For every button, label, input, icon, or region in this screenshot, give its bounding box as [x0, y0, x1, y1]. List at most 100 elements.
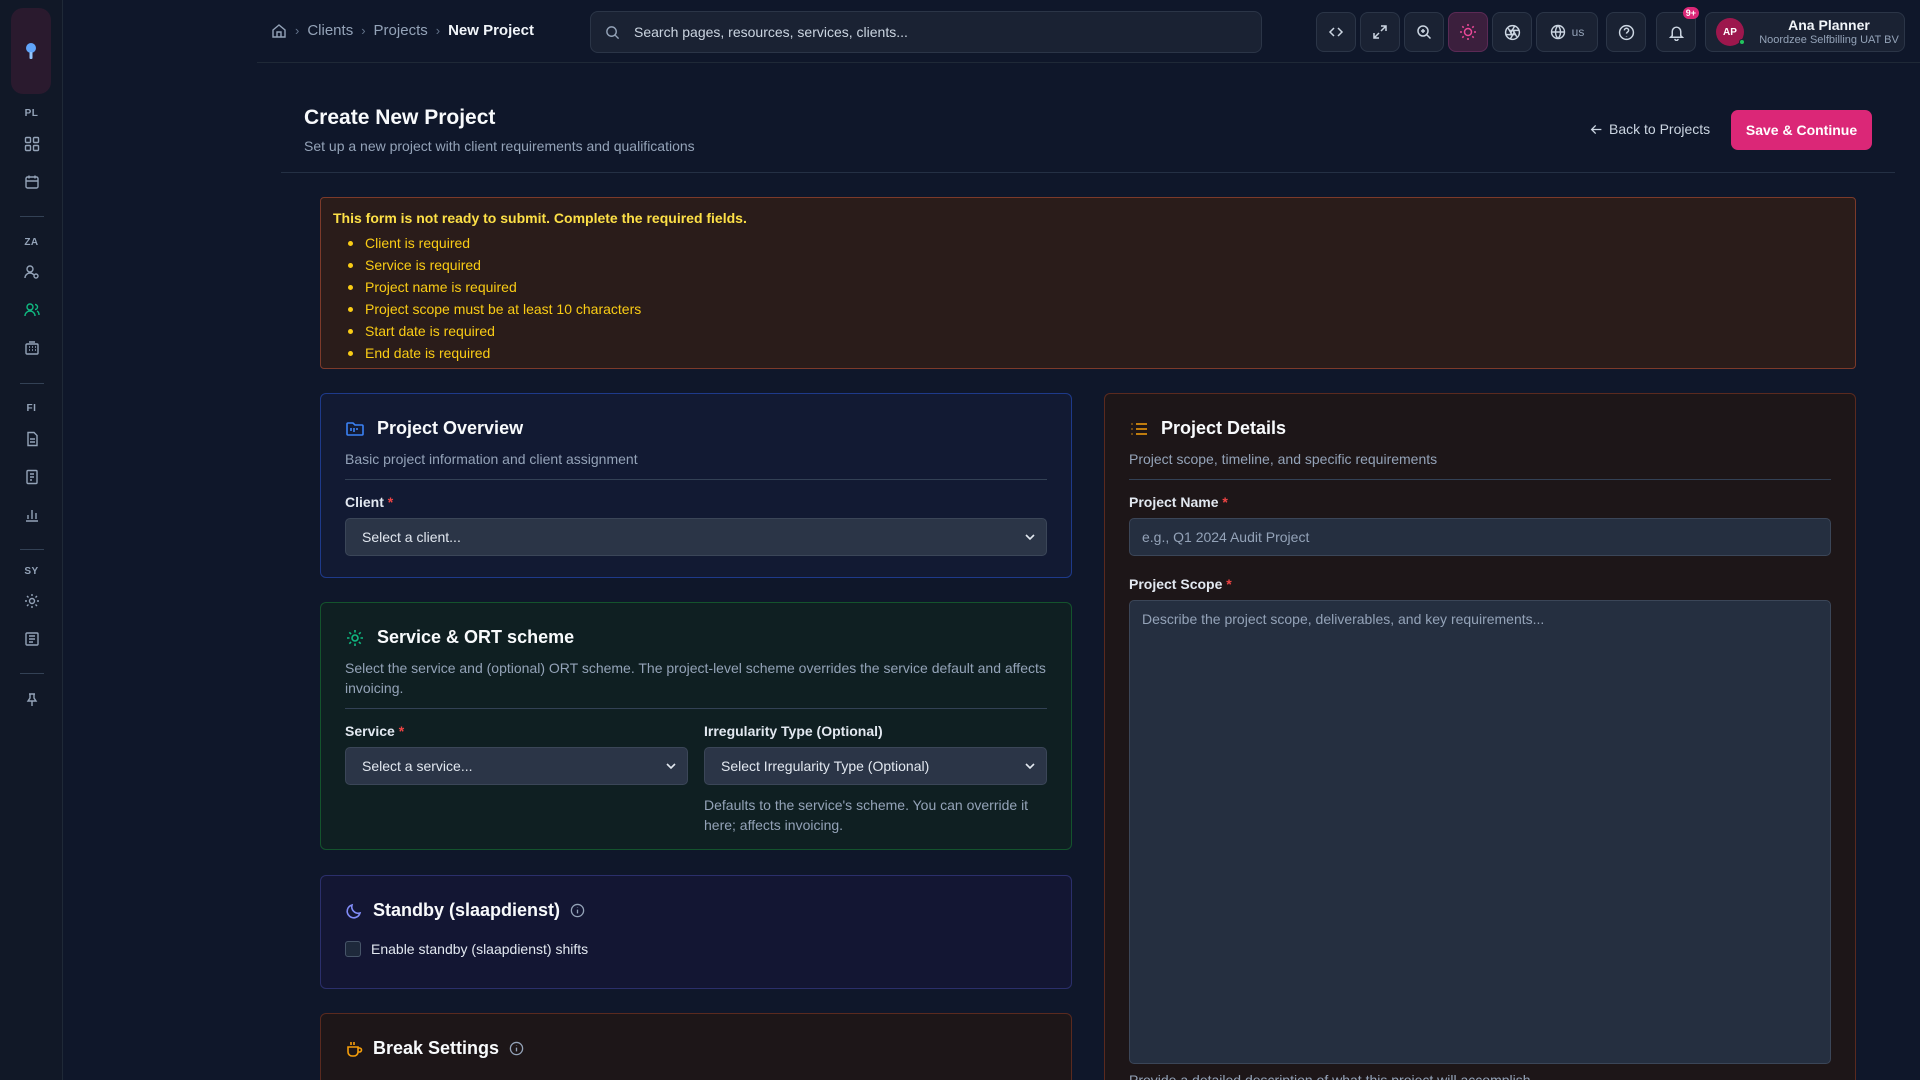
back-label: Back to Projects [1609, 121, 1711, 137]
card-header: Standby (slaapdienst) [345, 900, 1047, 921]
chevron-right-icon: › [435, 23, 441, 38]
irregularity-help: Defaults to the service's scheme. You ca… [704, 797, 1029, 833]
project-name-input[interactable] [1142, 529, 1818, 545]
chevron-down-icon [666, 763, 676, 770]
info-icon[interactable] [570, 903, 585, 918]
globe-icon [1550, 24, 1565, 40]
user-settings-icon[interactable] [21, 261, 43, 283]
card-title: Standby (slaapdienst) [373, 900, 561, 920]
project-scope-field[interactable] [1129, 600, 1831, 1064]
error-item: Start date is required [345, 320, 1843, 342]
gear-icon [345, 628, 365, 648]
theme-toggle-button[interactable] [1448, 12, 1488, 52]
user-info: Ana Planner Noordzee Selfbilling UAT BV [1754, 17, 1904, 47]
irregularity-select[interactable]: Select Irregularity Type (Optional) [704, 747, 1047, 785]
breadcrumb-clients[interactable]: Clients [307, 22, 353, 39]
breadcrumb-projects[interactable]: Projects [374, 22, 428, 39]
invoice-icon[interactable] [21, 466, 43, 488]
service-field: Service * Select a service... [345, 709, 688, 835]
service-select[interactable]: Select a service... [345, 747, 688, 785]
card-header: Project Details [1129, 418, 1831, 439]
required-marker: * [387, 494, 394, 510]
logo-icon [26, 43, 36, 59]
required-marker: * [1226, 576, 1232, 592]
notifications-button[interactable]: 9+ [1656, 7, 1699, 52]
gear-icon[interactable] [21, 590, 43, 612]
rail-section-za: ZA [24, 237, 39, 248]
rail-divider [20, 216, 44, 217]
home-icon[interactable] [271, 23, 287, 39]
irregularity-field: Irregularity Type (Optional) Select Irre… [704, 709, 1047, 835]
secondary-panel [63, 0, 257, 1080]
info-icon[interactable] [509, 1041, 524, 1056]
rail-section-pl: PL [24, 108, 39, 119]
project-details-card: Project Details Project scope, timeline,… [1104, 393, 1856, 1080]
avatar-initials: AP [1723, 26, 1737, 38]
break-settings-card: Break Settings [320, 1013, 1072, 1080]
project-scope-label: Project Scope * [1129, 576, 1831, 592]
card-divider [1129, 479, 1831, 480]
user-menu[interactable]: AP Ana Planner Noordzee Selfbilling UAT … [1705, 12, 1905, 52]
rail-section-fi: FI [26, 403, 37, 414]
project-overview-card: Project Overview Basic project informati… [320, 393, 1072, 578]
service-label: Service * [345, 723, 688, 739]
users-icon[interactable] [21, 299, 43, 321]
global-search[interactable] [590, 11, 1262, 53]
expand-icon [1373, 25, 1387, 39]
avatar: AP [1716, 18, 1745, 46]
client-select-value: Select a client... [362, 529, 461, 545]
search-icon [605, 25, 620, 40]
client-label-text: Client [345, 494, 384, 510]
template-icon[interactable] [21, 628, 43, 650]
sun-icon [1460, 24, 1476, 40]
zoom-in-icon [1417, 25, 1432, 40]
card-divider [345, 479, 1047, 480]
error-item: Client is required [345, 232, 1843, 254]
breadcrumb-current: New Project [448, 22, 534, 39]
card-title: Service & ORT scheme [377, 627, 575, 647]
app-logo[interactable] [11, 8, 51, 94]
card-title: Project Overview [377, 418, 524, 438]
chevron-right-icon: › [361, 23, 366, 38]
nav-rail: PL ZA FI SY [0, 0, 63, 1080]
folder-kanban-icon [345, 419, 365, 439]
card-header: Project Overview [345, 418, 1047, 439]
arrow-left-icon [1590, 124, 1602, 134]
language-selector[interactable]: us [1536, 12, 1598, 52]
help-button[interactable] [1606, 12, 1646, 52]
irregularity-select-value: Select Irregularity Type (Optional) [721, 758, 930, 774]
card-description: Project scope, timeline, and specific re… [1129, 451, 1438, 467]
pin-icon[interactable] [21, 689, 43, 711]
error-item: Project scope must be at least 10 charac… [345, 298, 1843, 320]
calendar-icon[interactable] [21, 171, 43, 193]
fullscreen-button[interactable] [1360, 12, 1400, 52]
client-select[interactable]: Select a client... [345, 518, 1047, 556]
project-name-field[interactable] [1129, 518, 1831, 556]
card-title: Break Settings [373, 1038, 500, 1058]
error-list: Client is required Service is required P… [333, 232, 1843, 364]
aperture-button[interactable] [1492, 12, 1532, 52]
rail-divider [20, 383, 44, 384]
rail-divider [20, 549, 44, 550]
bar-chart-icon[interactable] [21, 504, 43, 526]
back-to-projects-link[interactable]: Back to Projects [1590, 121, 1710, 137]
card-header: Break Settings [345, 1038, 1047, 1059]
project-scope-textarea[interactable] [1142, 611, 1818, 1053]
dashboard-icon[interactable] [21, 133, 43, 155]
chevron-down-icon [1025, 763, 1035, 770]
zoom-button[interactable] [1404, 12, 1444, 52]
save-continue-button[interactable]: Save & Continue [1731, 110, 1872, 150]
building-icon[interactable] [21, 337, 43, 359]
card-header: Service & ORT scheme [345, 627, 1047, 648]
project-name-label: Project Name * [1129, 494, 1831, 510]
online-status-dot [1739, 39, 1745, 45]
search-input[interactable] [634, 24, 1194, 40]
irregularity-label: Irregularity Type (Optional) [704, 723, 883, 739]
coffee-icon [345, 1040, 363, 1058]
standby-checkbox[interactable] [345, 941, 361, 957]
service-select-value: Select a service... [362, 758, 473, 774]
collapse-sidebar-button[interactable] [1316, 12, 1356, 52]
standby-checkbox-label[interactable]: Enable standby (slaapdienst) shifts [371, 941, 588, 957]
user-org: Noordzee Selfbilling UAT BV [1759, 34, 1899, 46]
document-icon[interactable] [21, 428, 43, 450]
